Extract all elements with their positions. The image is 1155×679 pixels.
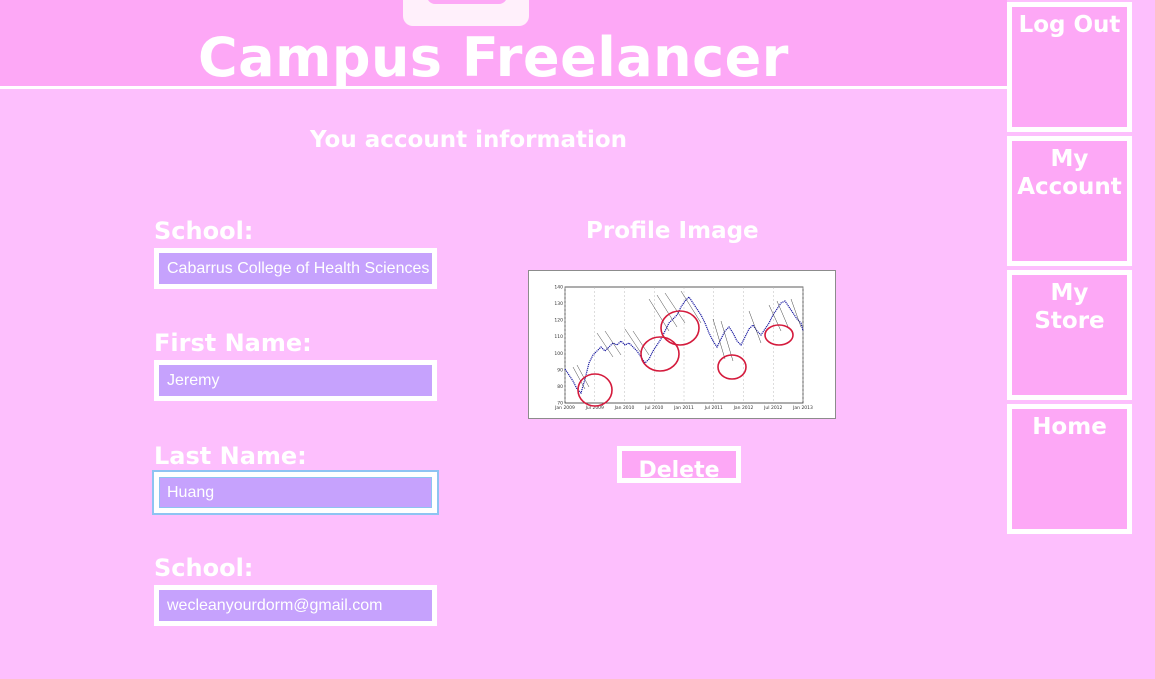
profile-image[interactable]: 70 80 90 100 110 120 130 140 Jan 2009 Jul 2009 Ja… — [528, 270, 836, 419]
home-button[interactable]: Home — [1007, 404, 1132, 534]
y-tick-label: 120 — [554, 318, 563, 324]
profile-image-chart: 708090100110120130140 Jan 2009 Jul 2009 Ja… — [554, 285, 813, 412]
delete-button[interactable]: Delete — [617, 446, 741, 483]
x-tick-label: Jul 2012 — [763, 405, 782, 411]
y-tick-label: 90 — [557, 367, 563, 373]
x-tick-label: Jan 2011 — [673, 405, 694, 411]
my-store-button[interactable]: My Store — [1007, 270, 1132, 400]
logo-tab[interactable] — [403, 0, 529, 26]
first-name-input[interactable] — [154, 360, 437, 401]
my-account-label: My Account — [1017, 146, 1122, 200]
y-tick-label: 100 — [554, 351, 563, 357]
school-input[interactable] — [154, 248, 437, 289]
x-tick-label: Jul 2011 — [704, 405, 723, 411]
x-tick-label: Jul 2010 — [644, 405, 663, 411]
logout-button[interactable]: Log Out — [1007, 2, 1132, 132]
y-tick-label: 130 — [554, 301, 563, 307]
site-title: Campus Freelancer — [198, 26, 789, 89]
x-tick-label: Jan 2009 — [554, 405, 575, 411]
logo-tab-notch — [427, 0, 507, 4]
last-name-label: Last Name: — [154, 442, 307, 470]
home-label: Home — [1032, 414, 1107, 440]
profile-image-label: Profile Image — [586, 218, 759, 244]
email-label: School: — [154, 554, 254, 582]
x-tick-label: Jan 2013 — [792, 405, 813, 411]
first-name-label: First Name: — [154, 329, 312, 357]
highlight-circles — [577, 310, 794, 407]
y-tick-label: 110 — [554, 334, 563, 340]
site-header: Campus Freelancer — [0, 0, 1007, 89]
logout-label: Log Out — [1018, 12, 1121, 38]
y-tick-label: 140 — [554, 285, 563, 291]
x-tick-label: Jan 2012 — [733, 405, 754, 411]
x-tick-label: Jan 2010 — [614, 405, 635, 411]
y-tick-label: 80 — [557, 384, 563, 390]
school-label: School: — [154, 217, 254, 245]
my-store-label: My Store — [1034, 280, 1105, 334]
last-name-input[interactable] — [154, 472, 437, 513]
my-account-button[interactable]: My Account — [1007, 136, 1132, 266]
email-input[interactable] — [154, 585, 437, 626]
section-title: You account information — [310, 127, 628, 153]
